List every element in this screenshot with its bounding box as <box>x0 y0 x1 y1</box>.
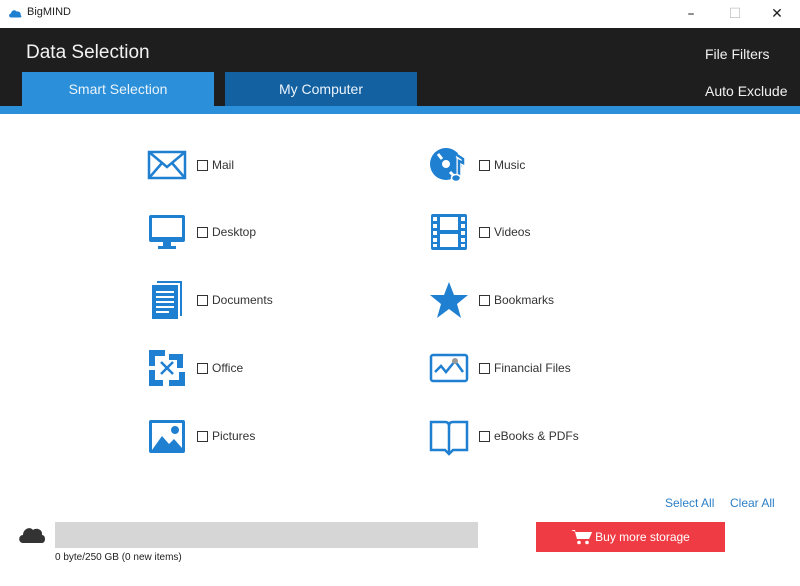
desktop-icon <box>147 212 187 252</box>
category-office: Office <box>147 348 243 388</box>
app-cloud-icon <box>9 10 22 18</box>
tab-label: Smart Selection <box>68 81 168 97</box>
select-all-link[interactable]: Select All <box>665 496 714 510</box>
category-label: Music <box>494 158 526 172</box>
mail-icon <box>147 145 187 185</box>
checkbox-box[interactable] <box>479 294 490 306</box>
ebook-icon <box>429 416 469 456</box>
documents-checkbox[interactable]: Documents <box>197 293 273 307</box>
category-label: Desktop <box>212 225 257 239</box>
shopping-cart-icon <box>571 530 593 545</box>
checkbox-box[interactable] <box>479 159 490 171</box>
header: Data Selection Smart Selection My Comput… <box>0 28 800 106</box>
tab-my-computer[interactable]: My Computer <box>225 72 417 106</box>
clear-all-link[interactable]: Clear All <box>730 496 775 510</box>
category-label: Office <box>212 361 244 375</box>
checkbox-box[interactable] <box>479 226 490 238</box>
storage-status-text: 0 byte/250 GB (0 new items) <box>55 552 182 563</box>
pictures-icon <box>147 416 187 456</box>
music-checkbox[interactable]: Music <box>479 158 525 172</box>
tab-underline-strip <box>0 106 800 114</box>
category-videos: Videos <box>429 212 530 252</box>
financial-files-checkbox[interactable]: Financial Files <box>479 361 571 375</box>
pictures-checkbox[interactable]: Pictures <box>197 429 255 443</box>
category-financial-files: Financial Files <box>429 348 571 388</box>
storage-progress-bar <box>55 522 478 548</box>
app-title: BigMIND <box>27 6 72 18</box>
category-label: Mail <box>212 158 235 172</box>
category-ebooks-pdfs: eBooks & PDFs <box>429 416 579 456</box>
app-window: BigMIND – ☐ ✕ Data Selection Smart Selec… <box>0 0 800 586</box>
bookmark-star-icon <box>429 280 469 320</box>
checkbox-box[interactable] <box>197 294 208 306</box>
mail-checkbox[interactable]: Mail <box>197 158 234 172</box>
auto-exclude-link[interactable]: Auto Exclude <box>705 83 788 99</box>
tab-label: My Computer <box>278 81 364 97</box>
page-title: Data Selection <box>26 42 150 63</box>
ebooks-pdfs-checkbox[interactable]: eBooks & PDFs <box>479 429 579 443</box>
checkbox-box[interactable] <box>197 362 208 374</box>
cloud-storage-icon <box>19 528 45 543</box>
category-label: Bookmarks <box>494 293 555 307</box>
category-label: Documents <box>212 293 273 307</box>
bookmarks-checkbox[interactable]: Bookmarks <box>479 293 554 307</box>
category-label: eBooks & PDFs <box>494 429 579 443</box>
checkbox-box[interactable] <box>479 430 490 442</box>
category-mail: Mail <box>147 145 234 185</box>
checkbox-box[interactable] <box>197 159 208 171</box>
financial-chart-icon <box>429 348 469 388</box>
title-bar: BigMIND – ☐ ✕ <box>0 0 800 28</box>
category-label: Pictures <box>212 429 256 443</box>
category-bookmarks: Bookmarks <box>429 280 554 320</box>
category-pictures: Pictures <box>147 416 255 456</box>
desktop-checkbox[interactable]: Desktop <box>197 225 256 239</box>
music-icon <box>429 145 469 185</box>
tab-smart-selection[interactable]: Smart Selection <box>22 72 214 106</box>
buy-button-label: Buy more storage <box>595 530 690 544</box>
checkbox-box[interactable] <box>197 430 208 442</box>
maximize-icon: ☐ <box>728 6 742 22</box>
category-documents: Documents <box>147 280 273 320</box>
file-filters-link[interactable]: File Filters <box>705 46 770 62</box>
checkbox-box[interactable] <box>197 226 208 238</box>
office-checkbox[interactable]: Office <box>197 361 243 375</box>
category-label: Financial Files <box>494 361 571 375</box>
close-button[interactable]: ✕ <box>754 0 800 28</box>
category-desktop: Desktop <box>147 212 256 252</box>
checkbox-box[interactable] <box>479 362 490 374</box>
buy-more-storage-button[interactable]: Buy more storage <box>536 522 725 552</box>
videos-icon <box>429 212 469 252</box>
category-label: Videos <box>494 225 531 239</box>
close-icon: ✕ <box>771 6 783 22</box>
maximize-button[interactable]: ☐ <box>712 0 758 28</box>
category-music: Music <box>429 145 525 185</box>
minimize-icon: – <box>687 6 695 22</box>
office-icon <box>147 348 187 388</box>
minimize-button[interactable]: – <box>668 0 714 28</box>
documents-icon <box>147 280 187 320</box>
videos-checkbox[interactable]: Videos <box>479 225 530 239</box>
